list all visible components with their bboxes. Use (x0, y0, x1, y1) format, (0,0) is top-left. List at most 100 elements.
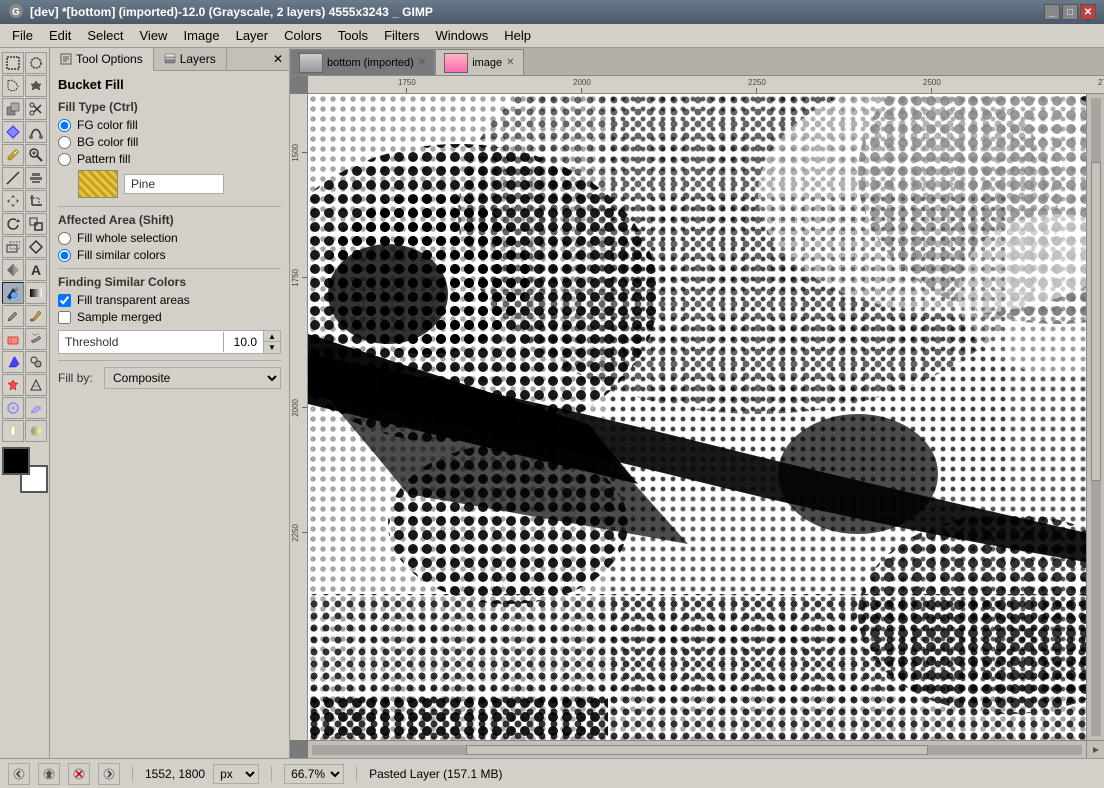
bucket-fill-tool[interactable] (2, 282, 24, 304)
tool-row-12 (2, 305, 47, 327)
menu-windows[interactable]: Windows (427, 26, 496, 45)
pencil-tool[interactable] (2, 305, 24, 327)
image-tab-2[interactable]: image ✕ (435, 49, 523, 75)
tab-1-close[interactable]: ✕ (418, 57, 426, 68)
menu-filters[interactable]: Filters (376, 26, 427, 45)
blend-tool[interactable] (25, 282, 47, 304)
zoom-tool[interactable] (25, 144, 47, 166)
threshold-up-button[interactable]: ▲ (264, 331, 280, 342)
tool-options-label: Tool Options (76, 52, 143, 66)
h-scrollbar[interactable] (308, 740, 1086, 758)
dodge-burn-tool[interactable] (2, 420, 24, 442)
tool-row-2 (2, 75, 47, 97)
minimize-button[interactable]: _ (1044, 4, 1060, 20)
threshold-down-button[interactable]: ▼ (264, 342, 280, 353)
h-scroll-track[interactable] (312, 745, 1082, 755)
fill-bg-radio[interactable]: BG color fill (58, 135, 281, 149)
by-color-select-tool[interactable] (2, 98, 24, 120)
fill-type-label: Fill Type (Ctrl) (58, 100, 281, 114)
fill-fg-radio[interactable]: FG color fill (58, 118, 281, 132)
airbrush-tool[interactable] (25, 328, 47, 350)
color-picker-tool[interactable] (2, 144, 24, 166)
scissors-select-tool[interactable] (25, 98, 47, 120)
menu-select[interactable]: Select (79, 26, 131, 45)
paintbrush-tool[interactable] (25, 305, 47, 327)
menu-colors[interactable]: Colors (276, 26, 330, 45)
fill-similar-colors-radio[interactable]: Fill similar colors (58, 248, 281, 262)
fillby-row: Fill by: Composite (58, 367, 281, 389)
v-scrollbar[interactable] (1086, 94, 1104, 740)
finding-similar-label: Finding Similar Colors (58, 275, 281, 289)
tool-row-10: A (2, 259, 47, 281)
foreground-select-tool[interactable] (2, 121, 24, 143)
tab-layers[interactable]: Layers (154, 48, 227, 70)
paths-tool[interactable] (25, 121, 47, 143)
crop-tool[interactable] (25, 190, 47, 212)
sample-merged-checkbox[interactable]: Sample merged (58, 310, 281, 324)
h-ruler-mark-2000: 2000 (573, 78, 591, 87)
smudge-tool[interactable] (25, 397, 47, 419)
zoom-select[interactable]: 66.7% 50% 100% (284, 764, 344, 784)
layer-info: Pasted Layer (157.1 MB) (369, 767, 1096, 781)
heal-tool[interactable] (2, 374, 24, 396)
transform-tool[interactable] (25, 236, 47, 258)
measure-tool[interactable] (2, 167, 24, 189)
corner-expand-button[interactable] (1086, 740, 1104, 758)
pattern-name-input[interactable] (124, 174, 224, 194)
scale-tool[interactable] (25, 213, 47, 235)
blur-sharpen-tool[interactable] (2, 397, 24, 419)
h-ruler-mark-2500: 2500 (923, 78, 941, 87)
threshold-value: 10.0 (223, 332, 263, 352)
status-cancel[interactable] (68, 763, 90, 785)
flip-tool[interactable] (2, 259, 24, 281)
foreground-color[interactable] (2, 447, 30, 475)
menu-file[interactable]: File (4, 26, 41, 45)
menu-tools[interactable]: Tools (330, 26, 376, 45)
rect-select-tool[interactable] (2, 52, 24, 74)
fuzzy-select-tool[interactable] (25, 75, 47, 97)
image-tab-1[interactable]: bottom (imported) ✕ (290, 49, 435, 75)
ellipse-select-tool[interactable] (25, 52, 47, 74)
menu-edit[interactable]: Edit (41, 26, 79, 45)
tab-2-close[interactable]: ✕ (506, 57, 514, 68)
menu-layer[interactable]: Layer (228, 26, 277, 45)
move-tool[interactable] (2, 190, 24, 212)
titlebar: G [dev] *[bottom] (imported)-12.0 (Grays… (0, 0, 1104, 24)
fill-pattern-radio[interactable]: Pattern fill (58, 152, 281, 166)
menu-help[interactable]: Help (496, 26, 539, 45)
rotate-tool[interactable] (2, 213, 24, 235)
ink-tool[interactable] (2, 351, 24, 373)
status-nav-prev[interactable] (8, 763, 30, 785)
shear-tool[interactable] (2, 236, 24, 258)
canvas-area: bottom (imported) ✕ image ✕ 1750 2000 22… (290, 48, 1104, 758)
v-scroll-thumb[interactable] (1091, 162, 1101, 481)
fill-whole-selection-radio[interactable]: Fill whole selection (58, 231, 281, 245)
canvas-viewport[interactable] (308, 94, 1104, 740)
menu-image[interactable]: Image (175, 26, 227, 45)
status-nav-home[interactable] (38, 763, 60, 785)
fillby-select[interactable]: Composite (104, 367, 281, 389)
desaturate-tool[interactable] (25, 420, 47, 442)
layers-icon (164, 53, 176, 65)
text-tool[interactable]: A (25, 259, 47, 281)
free-select-tool[interactable] (2, 75, 24, 97)
h-scroll-thumb[interactable] (466, 745, 928, 755)
panel-close-button[interactable]: ✕ (267, 48, 289, 70)
maximize-button[interactable]: □ (1062, 4, 1078, 20)
menu-view[interactable]: View (132, 26, 176, 45)
unit-select[interactable]: px mm in (213, 764, 259, 784)
perspective-tool[interactable] (25, 374, 47, 396)
options-content: Bucket Fill Fill Type (Ctrl) FG color fi… (50, 71, 289, 758)
canvas-with-rulers: 1750 2000 2250 2500 27 1500 1750 (290, 76, 1104, 758)
eraser-tool[interactable] (2, 328, 24, 350)
status-nav-next[interactable] (98, 763, 120, 785)
clone-tool[interactable] (25, 351, 47, 373)
tool-row-13 (2, 328, 47, 350)
main-layout: A (0, 48, 1104, 758)
v-scroll-track[interactable] (1091, 98, 1101, 736)
align-tool[interactable] (25, 167, 47, 189)
pattern-preview[interactable] (78, 170, 118, 198)
tab-tool-options[interactable]: Tool Options (50, 48, 154, 71)
close-button[interactable]: ✕ (1080, 4, 1096, 20)
fill-transparent-checkbox[interactable]: Fill transparent areas (58, 293, 281, 307)
